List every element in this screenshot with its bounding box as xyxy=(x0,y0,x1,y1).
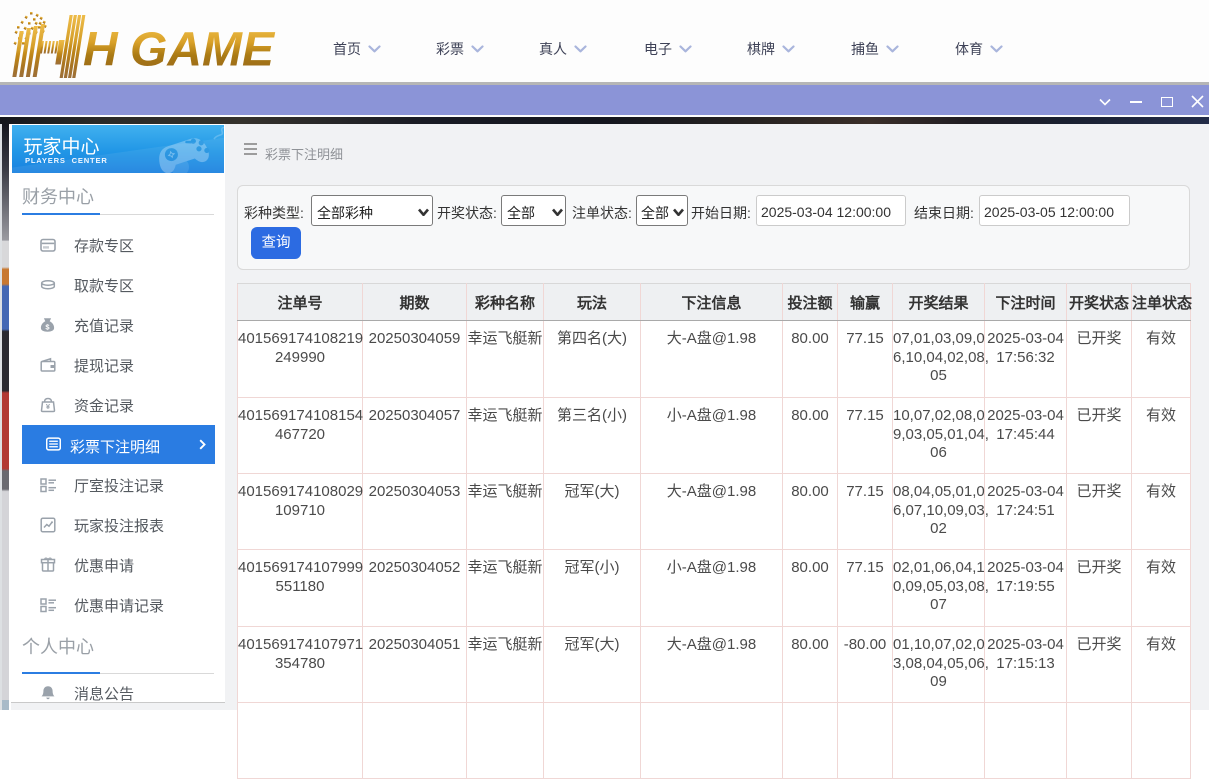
svg-text:¥: ¥ xyxy=(46,402,51,411)
svg-text:GAME: GAME xyxy=(130,24,276,77)
svg-text:H: H xyxy=(83,24,119,77)
